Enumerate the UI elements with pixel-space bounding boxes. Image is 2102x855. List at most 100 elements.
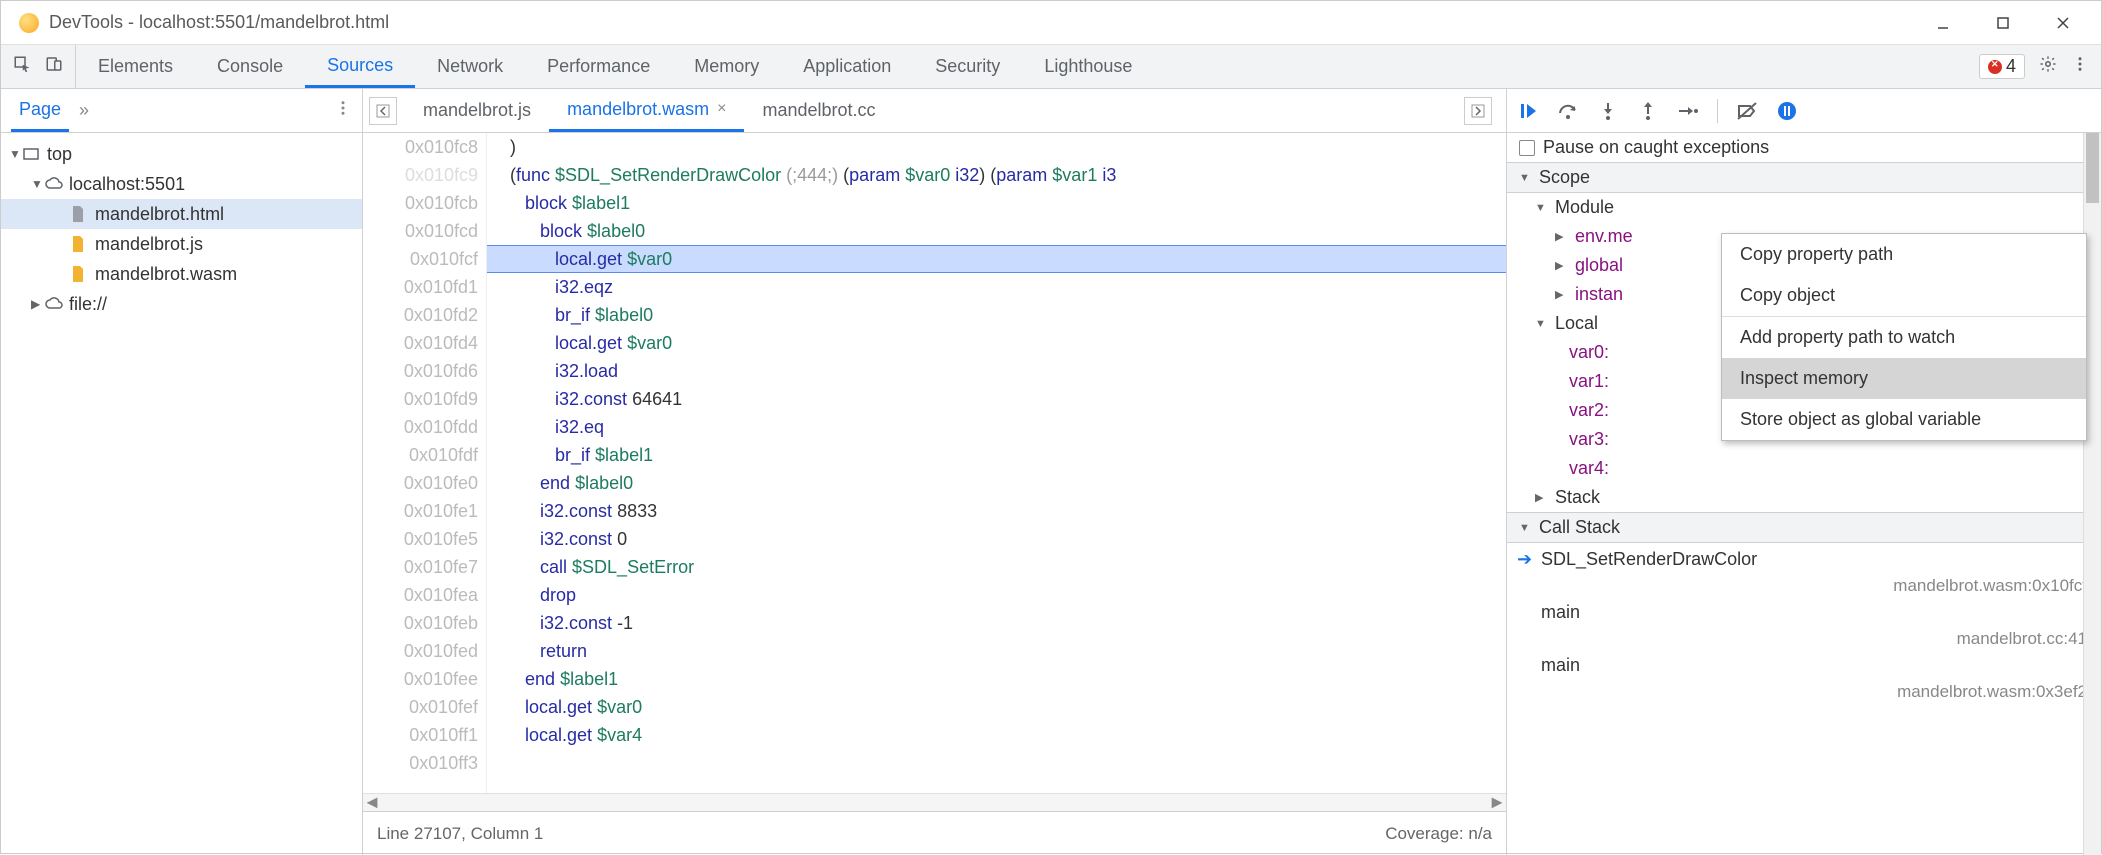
coverage-status: Coverage: n/a (1385, 824, 1492, 844)
tree-file-proto[interactable]: ▶ file:// (1, 289, 362, 319)
code-line[interactable] (487, 749, 1506, 777)
scope-local-item[interactable]: var4: (1507, 454, 2101, 483)
code-line[interactable]: br_if $label0 (487, 301, 1506, 329)
file-tab[interactable]: mandelbrot.wasm × (549, 89, 744, 132)
tree-top-frame[interactable]: ▼ top (1, 139, 362, 169)
tree-file-html[interactable]: mandelbrot.html (1, 199, 362, 229)
main-tab-network[interactable]: Network (415, 45, 525, 88)
navigator-page-tab[interactable]: Page (11, 89, 69, 132)
scope-stack-header[interactable]: ▶Stack (1507, 483, 2101, 512)
step-button[interactable] (1677, 100, 1699, 122)
navigator-panel: Page » ▼ top ▼ localhost:5501 mandelbrot… (1, 89, 363, 855)
code-line[interactable]: local.get $var0 (487, 245, 1506, 273)
callstack-frame[interactable]: main (1507, 649, 2101, 682)
code-line[interactable]: i32.const 8833 (487, 497, 1506, 525)
main-tab-lighthouse[interactable]: Lighthouse (1022, 45, 1154, 88)
callstack-frame[interactable]: SDL_SetRenderDrawColor (1507, 543, 2101, 576)
code-line[interactable]: local.get $var0 (487, 329, 1506, 357)
code-line[interactable]: block $label1 (487, 189, 1506, 217)
code-editor[interactable]: 0x010fc8 0x010fc9 0x010fcb 0x010fcd 0x01… (363, 133, 1506, 793)
scope-module-header[interactable]: ▼Module (1507, 193, 2101, 222)
cloud-icon (45, 177, 63, 191)
code-line[interactable]: i32.const -1 (487, 609, 1506, 637)
cursor-position: Line 27107, Column 1 (377, 824, 543, 844)
file-tab[interactable]: mandelbrot.js (405, 89, 549, 132)
code-line[interactable]: i32.const 64641 (487, 385, 1506, 413)
tree-file-wasm[interactable]: mandelbrot.wasm (1, 259, 362, 289)
code-line[interactable]: (func $SDL_SetRenderDrawColor (;444;) (p… (487, 161, 1506, 189)
navigator-more-icon[interactable]: » (79, 100, 89, 121)
scroll-right-icon[interactable]: ► (1488, 794, 1506, 811)
nav-forward-button[interactable] (1464, 97, 1492, 125)
main-tab-console[interactable]: Console (195, 45, 305, 88)
step-over-button[interactable] (1557, 100, 1579, 122)
resume-button[interactable] (1517, 100, 1539, 122)
inspect-element-icon[interactable] (13, 55, 31, 78)
cloud-icon (45, 297, 63, 311)
main-tab-application[interactable]: Application (781, 45, 913, 88)
code-line[interactable]: i32.eqz (487, 273, 1506, 301)
pause-on-exceptions-row[interactable]: Pause on caught exceptions (1507, 133, 2101, 162)
pause-exception-checkbox[interactable] (1519, 140, 1535, 156)
code-line[interactable]: i32.eq (487, 413, 1506, 441)
debugger-panel: Pause on caught exceptions ▼Scope ▼Modul… (1507, 89, 2101, 855)
nav-back-button[interactable] (369, 97, 397, 125)
callstack-frame[interactable]: main (1507, 596, 2101, 629)
deactivate-breakpoints-button[interactable] (1736, 100, 1758, 122)
main-tab-security[interactable]: Security (913, 45, 1022, 88)
context-menu-item[interactable]: Copy object (1722, 275, 2086, 316)
callstack-location: mandelbrot.wasm:0x10fcf (1507, 576, 2101, 596)
context-menu-item[interactable]: Inspect memory (1722, 358, 2086, 399)
code-line[interactable]: br_if $label1 (487, 441, 1506, 469)
code-line[interactable]: end $label1 (487, 665, 1506, 693)
pause-on-exceptions-button[interactable] (1776, 100, 1798, 122)
file-tab[interactable]: mandelbrot.cc (744, 89, 893, 132)
code-line[interactable]: ) (487, 133, 1506, 161)
step-out-button[interactable] (1637, 100, 1659, 122)
tree-host[interactable]: ▼ localhost:5501 (1, 169, 362, 199)
code-line[interactable]: i32.load (487, 357, 1506, 385)
error-icon (1988, 60, 2002, 74)
close-window-button[interactable] (2033, 1, 2093, 45)
scroll-left-icon[interactable]: ◄ (363, 794, 381, 811)
callstack-location: mandelbrot.cc:41 (1507, 629, 2101, 649)
scope-section-header[interactable]: ▼Scope (1507, 162, 2101, 193)
debugger-toolbar (1507, 89, 2101, 133)
close-tab-icon[interactable]: × (717, 100, 726, 118)
main-tab-elements[interactable]: Elements (76, 45, 195, 88)
scrollbar-thumb[interactable] (2086, 133, 2099, 203)
code-line[interactable]: local.get $var4 (487, 721, 1506, 749)
context-menu-item[interactable]: Store object as global variable (1722, 399, 2086, 440)
settings-gear-icon[interactable] (2039, 55, 2057, 78)
horizontal-scrollbar[interactable]: ◄ ► (363, 793, 1506, 811)
tree-file-js[interactable]: mandelbrot.js (1, 229, 362, 259)
main-tab-sources[interactable]: Sources (305, 45, 415, 88)
code-line[interactable]: block $label0 (487, 217, 1506, 245)
file-tab-label: mandelbrot.wasm (567, 99, 709, 120)
code-gutter: 0x010fc8 0x010fc9 0x010fcb 0x010fcd 0x01… (363, 133, 487, 793)
code-line[interactable]: return (487, 637, 1506, 665)
code-line[interactable]: end $label0 (487, 469, 1506, 497)
editor-footer: Line 27107, Column 1 Coverage: n/a (363, 811, 1506, 855)
code-line[interactable]: local.get $var0 (487, 693, 1506, 721)
device-toggle-icon[interactable] (45, 55, 63, 78)
callstack-section-header[interactable]: ▼Call Stack (1507, 512, 2101, 543)
step-into-button[interactable] (1597, 100, 1619, 122)
maximize-button[interactable] (1973, 1, 2033, 45)
error-count-badge[interactable]: 4 (1979, 54, 2025, 79)
file-tab-label: mandelbrot.cc (762, 100, 875, 121)
main-tab-performance[interactable]: Performance (525, 45, 672, 88)
code-line[interactable]: i32.const 0 (487, 525, 1506, 553)
minimize-button[interactable] (1913, 1, 1973, 45)
context-menu-item[interactable]: Copy property path (1722, 234, 2086, 275)
main-tab-memory[interactable]: Memory (672, 45, 781, 88)
context-menu: Copy property pathCopy objectAdd propert… (1721, 233, 2087, 441)
context-menu-item[interactable]: Add property path to watch (1722, 317, 2086, 358)
file-tab-bar: mandelbrot.jsmandelbrot.wasm×mandelbrot.… (363, 89, 1506, 133)
navigator-kebab-icon[interactable] (334, 99, 352, 122)
code-content[interactable]: ) (func $SDL_SetRenderDrawColor (;444;) … (487, 133, 1506, 793)
more-menu-icon[interactable] (2071, 55, 2089, 78)
code-line[interactable]: drop (487, 581, 1506, 609)
callstack-location: mandelbrot.wasm:0x3ef2 (1507, 682, 2101, 702)
code-line[interactable]: call $SDL_SetError (487, 553, 1506, 581)
